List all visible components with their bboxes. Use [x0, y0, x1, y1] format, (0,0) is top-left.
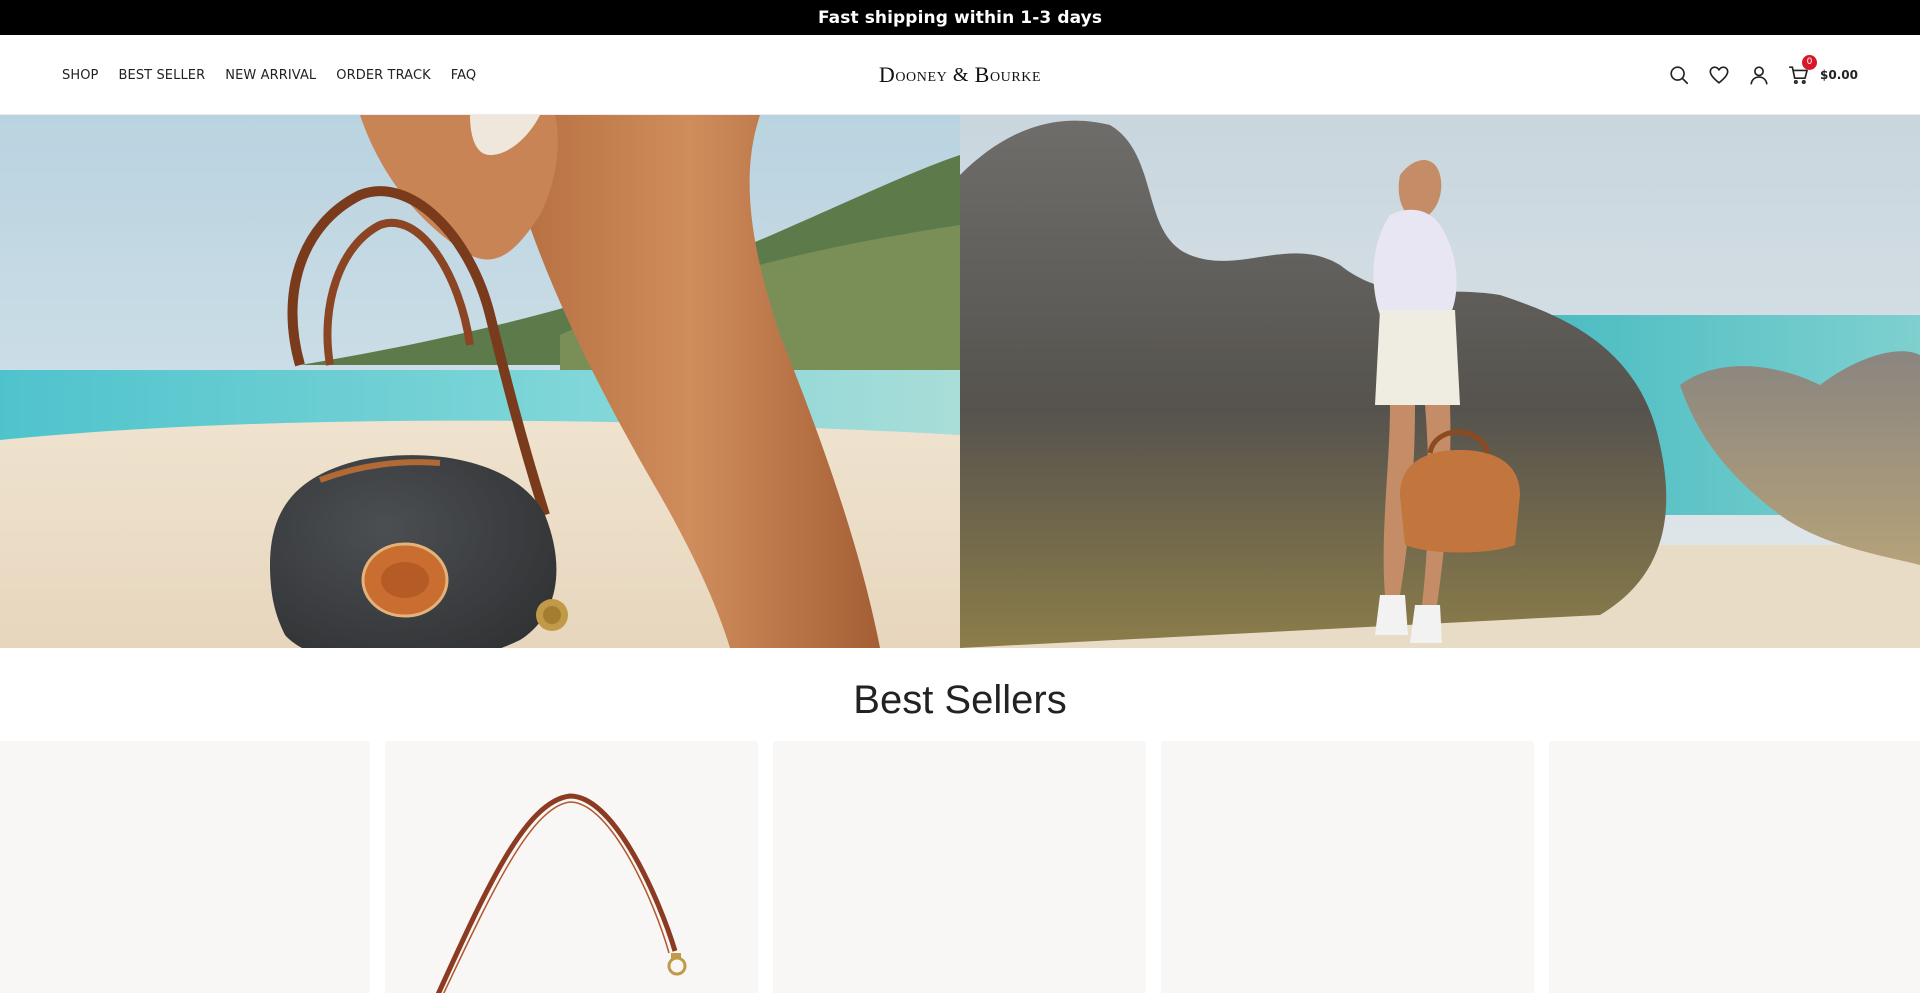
product-card[interactable] [385, 741, 758, 993]
cart-icon-wrap: 0 [1787, 54, 1818, 87]
product-image-empty [1549, 741, 1920, 993]
product-image-empty [1161, 741, 1534, 993]
site-header: SHOP BEST SELLER NEW ARRIVAL ORDER TRACK… [0, 35, 1920, 115]
user-icon [1749, 66, 1768, 85]
nav-best-seller[interactable]: BEST SELLER [119, 68, 206, 83]
header-tools: 0 $0.00 [1667, 35, 1858, 115]
hero-right-panel[interactable] [960, 115, 1920, 648]
search-icon [1669, 66, 1688, 85]
product-card[interactable] [773, 741, 1146, 993]
cart-total: $0.00 [1820, 68, 1858, 82]
hero-banner[interactable] [0, 115, 1920, 648]
product-image-empty [773, 741, 1146, 993]
product-card[interactable] [1549, 741, 1920, 993]
product-card[interactable] [1161, 741, 1534, 993]
announcement-bar: Fast shipping within 1-3 days [0, 0, 1920, 35]
brand-logo[interactable]: Dooney & Bourke [864, 61, 1056, 89]
product-card[interactable] [0, 741, 370, 993]
nav-faq[interactable]: FAQ [451, 68, 476, 83]
woman-with-bag-by-rocks-photo [960, 115, 1920, 648]
search-button[interactable] [1667, 64, 1690, 87]
nav-new-arrival[interactable]: NEW ARRIVAL [225, 68, 316, 83]
cart-count-badge: 0 [1802, 54, 1818, 70]
handbag-on-beach-photo [0, 115, 960, 648]
best-sellers-carousel [0, 741, 1920, 993]
heart-icon [1708, 66, 1729, 84]
best-sellers-title: Best Sellers [853, 678, 1067, 722]
main-nav: SHOP BEST SELLER NEW ARRIVAL ORDER TRACK… [62, 35, 476, 115]
nav-shop[interactable]: SHOP [62, 68, 99, 83]
product-image-shoulder-strap-bag [435, 793, 687, 993]
product-image-empty [0, 741, 370, 993]
hero-left-panel[interactable] [0, 115, 960, 648]
wishlist-button[interactable] [1707, 64, 1730, 87]
announcement-text: Fast shipping within 1-3 days [817, 7, 1103, 28]
account-button[interactable] [1747, 64, 1770, 87]
cart-button[interactable]: 0 $0.00 [1787, 54, 1858, 87]
nav-order-track[interactable]: ORDER TRACK [336, 68, 430, 83]
